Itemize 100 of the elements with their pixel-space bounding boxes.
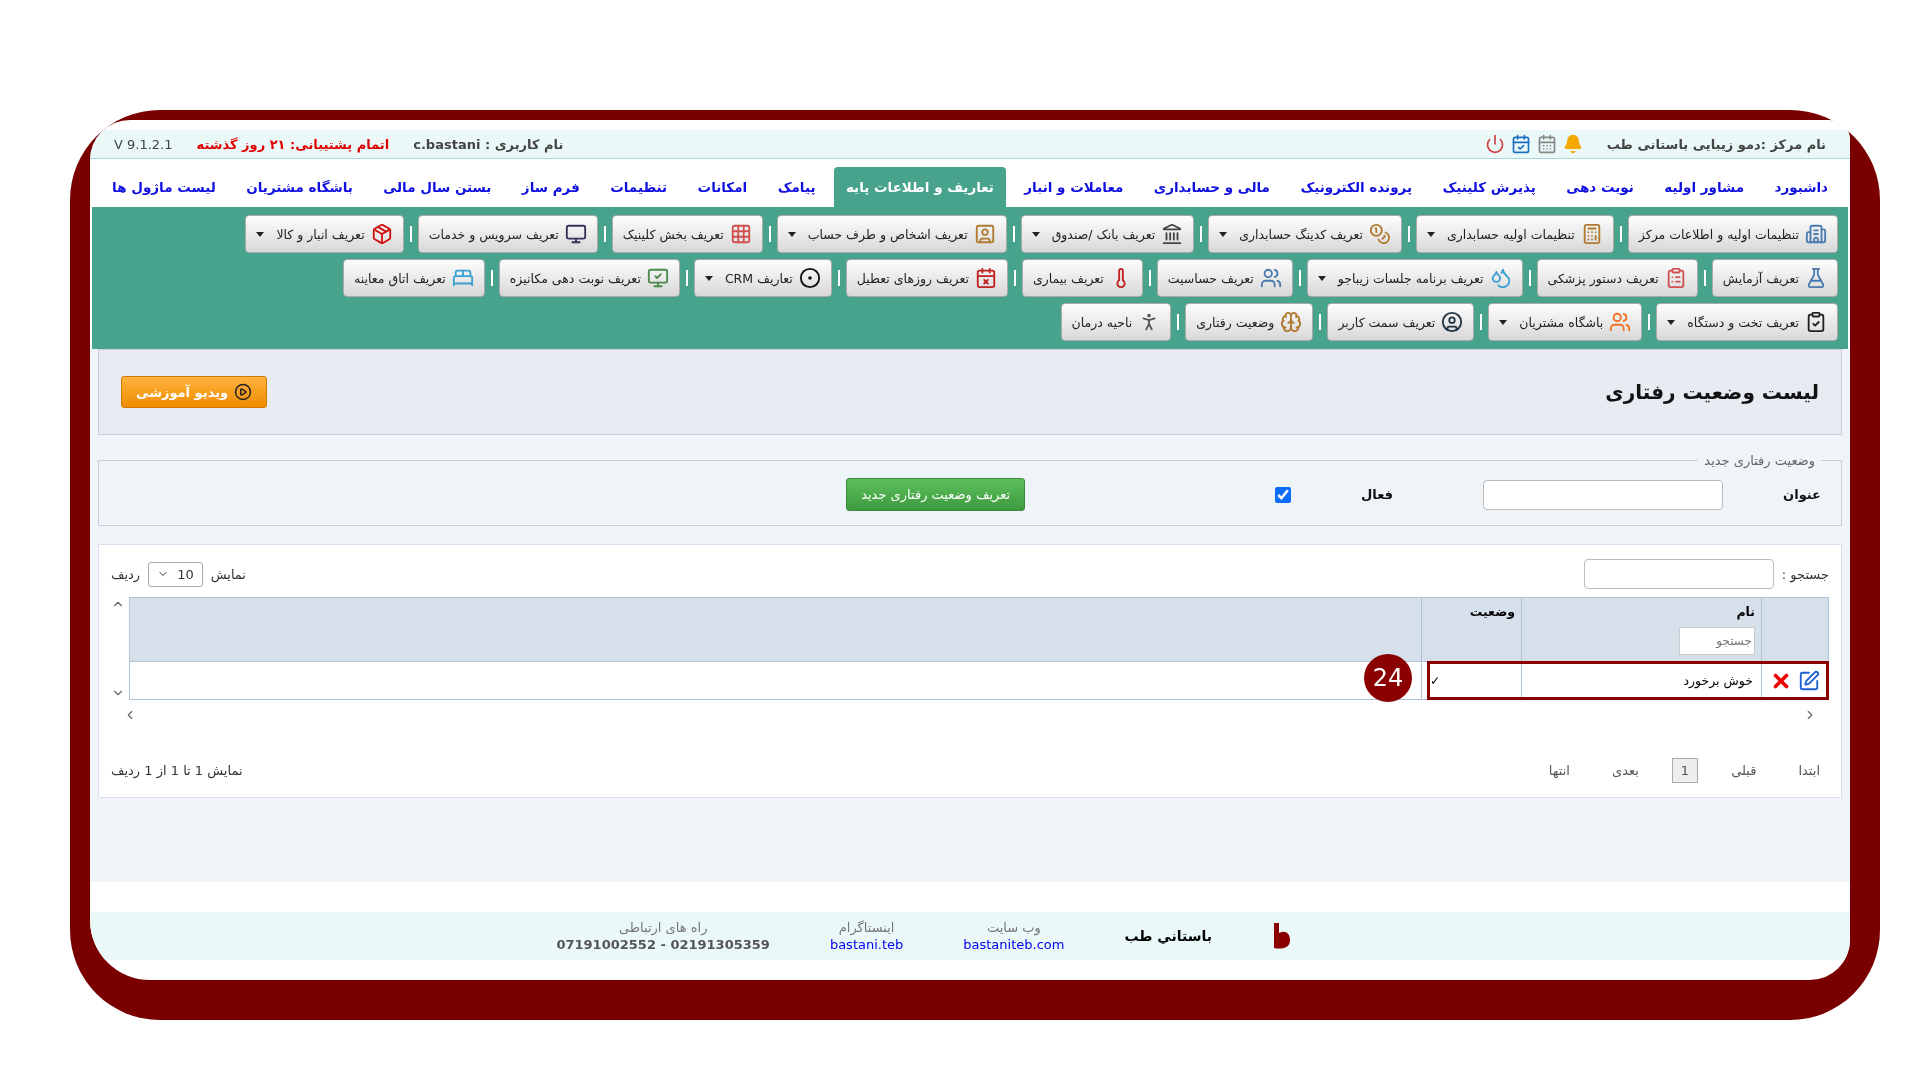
bed-icon — [451, 267, 474, 289]
nav-tab[interactable]: امکانات — [685, 167, 760, 207]
nav-tab[interactable]: داشبورد — [1762, 167, 1840, 207]
caret-icon — [1317, 275, 1326, 281]
caret-icon — [787, 231, 796, 237]
toolbar-button[interactable]: ناحیه درمان — [1060, 303, 1172, 341]
caret-icon — [1219, 231, 1228, 237]
show-label: نمایش — [210, 566, 246, 582]
title-input[interactable] — [1483, 479, 1724, 510]
nav-tab[interactable]: پرونده الکترونیک — [1288, 167, 1425, 207]
pagination-link[interactable]: 1 — [1671, 758, 1699, 783]
table-header-cell: وضعیت — [1421, 597, 1522, 662]
flask-icon — [1805, 267, 1827, 289]
grid-icon — [729, 223, 752, 245]
footer-link[interactable]: bastaniteb.com — [963, 937, 1065, 952]
toolbar-button[interactable]: تعریف نوبت دهی مکانیزه — [498, 259, 680, 297]
step-badge: 24 — [1364, 654, 1412, 702]
group-icon — [1609, 311, 1632, 333]
calendar-check-icon[interactable] — [1510, 134, 1531, 154]
caret-icon — [1031, 231, 1040, 237]
toolbar-button[interactable]: تعریف دستور پزشکی — [1536, 259, 1698, 297]
footer-title: اینستاگرام — [838, 920, 895, 935]
toolbar-button[interactable]: تعریف آزمایش — [1711, 259, 1838, 297]
active-checkbox[interactable] — [1275, 486, 1292, 503]
toolbar-button[interactable]: تعریف اتاق معاینه — [343, 259, 485, 297]
user-icon — [1441, 311, 1464, 333]
center-name: نام مرکز :دمو زیبایی باستانی طب — [1606, 136, 1826, 152]
nav-tab[interactable]: باشگاه مشتریان — [234, 167, 365, 207]
caret-icon — [1667, 319, 1676, 325]
nav-tab[interactable]: بستن سال مالی — [371, 167, 504, 207]
caret-icon — [1427, 231, 1435, 237]
username-text: نام کاربری : c.bastani — [413, 136, 564, 152]
pagination-link[interactable]: ابتدا — [1789, 758, 1829, 783]
field-label: عنوان — [1783, 487, 1821, 502]
table-info-text: نمایش 1 تا 1 از 1 ردیف — [111, 763, 243, 778]
toolbar-button[interactable]: تعریف کدینگ حسابداری — [1208, 215, 1402, 253]
toolbar-button[interactable]: تعریف سرویس و خدمات — [417, 215, 598, 253]
form-legend: وضعیت رفتاری جدید — [1698, 453, 1821, 468]
head-icon — [1280, 311, 1303, 333]
box-icon — [370, 223, 393, 245]
table-header-cell — [1761, 597, 1829, 662]
page-size-select[interactable]: 10 — [148, 561, 203, 587]
nav-tab[interactable]: پیامک — [765, 167, 828, 207]
footer-title: راه های ارتباطی — [618, 920, 708, 935]
nav-tab[interactable]: لیست ماژول ها — [100, 167, 228, 207]
coins-icon — [1369, 223, 1391, 245]
toolbar-button[interactable]: تعریف تخت و دستگاه — [1656, 303, 1838, 341]
toolbar-button[interactable]: تنظیمات اولیه و اطلاعات مرکز — [1627, 215, 1838, 253]
nav-tab[interactable]: مشاور اولیه — [1652, 167, 1757, 207]
person-card-icon — [973, 223, 996, 245]
checklist-icon — [1805, 311, 1827, 333]
search-input[interactable] — [1583, 559, 1774, 589]
power-icon[interactable] — [1484, 134, 1505, 154]
caret-icon — [704, 275, 713, 281]
nav-tab[interactable]: معاملات و انبار — [1012, 167, 1136, 207]
caret-icon — [1499, 319, 1508, 325]
version-text: V 9.1.2.1 — [114, 136, 173, 152]
support-expired-text: اتمام پشتیبانی: ۲۱ روز گذشته — [196, 136, 390, 152]
pagination-link[interactable]: انتها — [1539, 758, 1579, 783]
toolbar-button[interactable]: تعریف بیماری — [1021, 259, 1143, 297]
toolbar-button[interactable]: تنظیمات اولیه حسابداری — [1416, 215, 1614, 253]
column-filter-input[interactable]: جستجو — [1679, 627, 1755, 655]
drops-icon — [1489, 267, 1512, 289]
bank-icon — [1161, 223, 1184, 245]
people-icon — [1259, 267, 1282, 289]
field-label: فعال — [1361, 487, 1394, 502]
calendar-icon[interactable] — [1536, 134, 1557, 154]
building-icon — [1805, 223, 1827, 245]
play-icon — [234, 383, 253, 401]
page-title: لیست وضعیت رفتاری — [1605, 380, 1819, 404]
toolbar-button[interactable]: وضعیت رفتاری — [1185, 303, 1314, 341]
toolbar-button[interactable]: تعریف بخش کلینیک — [611, 215, 763, 253]
nav-tab[interactable]: مالی و حسابداری — [1141, 167, 1282, 207]
footer-title: وب سایت — [986, 920, 1041, 935]
toolbar-button[interactable]: تعریف انبار و کالا — [245, 215, 404, 253]
rows-label: ردیف — [111, 566, 141, 582]
pagination-link[interactable]: قبلی — [1722, 758, 1766, 783]
toolbar-button[interactable]: تعریف اشخاص و طرف حساب — [776, 215, 1007, 253]
toolbar-button[interactable]: تعریف حساسیت — [1156, 259, 1293, 297]
toolbar-button[interactable]: تعریف روزهای تعطیل — [845, 259, 1008, 297]
toolbar-button[interactable]: باشگاه مشتریان — [1488, 303, 1643, 341]
monitor-icon — [646, 267, 669, 289]
nav-tab[interactable]: تنظیمات — [598, 167, 680, 207]
table-header-cell: نام جستجو — [1521, 597, 1762, 662]
phone-numbers: 07191002552 - 02191305359 — [556, 937, 770, 952]
toolbar-button[interactable]: تعریف سمت کاربر — [1327, 303, 1475, 341]
toolbar-button[interactable]: تعریف برنامه جلسات زیباجو — [1306, 259, 1523, 297]
nav-tab[interactable]: فرم ساز — [509, 167, 592, 207]
edit-icon[interactable] — [1798, 669, 1820, 692]
nav-tab[interactable]: پذیرش کلینیک — [1430, 167, 1548, 207]
pagination-link[interactable]: بعدی — [1602, 758, 1648, 783]
footer-link[interactable]: bastani.teb — [829, 937, 904, 952]
caret-icon — [256, 231, 265, 237]
brand-name: باستاني طب — [1124, 928, 1212, 944]
monitor-icon — [564, 223, 587, 245]
toolbar-button[interactable]: تعاریف CRM — [693, 259, 832, 297]
calendar-icon — [974, 267, 997, 289]
search-label: جستجو : — [1781, 566, 1829, 582]
nav-tab[interactable]: نوبت دهی — [1554, 167, 1646, 207]
toolbar-button[interactable]: تعریف بانک /صندوق — [1020, 215, 1195, 253]
